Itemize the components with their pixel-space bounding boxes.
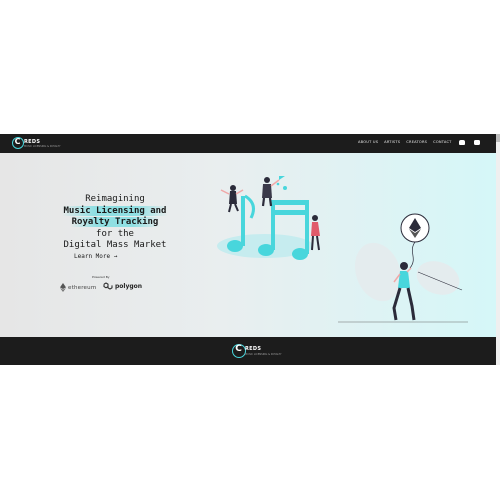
headline-line-3: Royalty Tracking bbox=[69, 217, 161, 227]
footer-logo-text: REDS bbox=[245, 346, 262, 352]
leaf-shape-right bbox=[416, 261, 460, 295]
scrollbar-thumb[interactable] bbox=[496, 134, 500, 142]
polygon-icon bbox=[103, 282, 113, 290]
nav-link-creators[interactable]: CREATORS bbox=[406, 140, 427, 144]
music-notes-illustration bbox=[217, 176, 320, 260]
hero-headline: Reimagining Music Licensing and Royalty … bbox=[40, 194, 190, 252]
ethereum-logo: ethereum bbox=[60, 283, 96, 292]
nav-links: ABOUT US ARTISTS CREATORS CONTACT bbox=[358, 140, 452, 144]
page: C REDS MUSIC LICENSING & ROYALTY ABOUT U… bbox=[0, 0, 500, 500]
polygon-wordmark: polygon bbox=[115, 282, 143, 290]
person-standing-right-icon bbox=[311, 215, 320, 251]
polygon-logo: polygon bbox=[103, 282, 142, 290]
headline-line-4: for the bbox=[96, 228, 134, 239]
footer-creds-logo-icon: C bbox=[232, 344, 246, 358]
footer-logo-subtitle: MUSIC LICENSING & ROYALTY bbox=[245, 353, 282, 356]
person-sitting-left-icon bbox=[220, 185, 244, 213]
footer: C REDS MUSIC LICENSING & ROYALTY bbox=[0, 337, 496, 365]
discord-icon[interactable] bbox=[459, 140, 465, 145]
powered-by-label: Powered By bbox=[92, 275, 110, 279]
creds-logo-icon: C bbox=[12, 137, 24, 149]
nav-link-about-us[interactable]: ABOUT US bbox=[358, 140, 378, 144]
headline-line-5: Digital Mass Market bbox=[63, 240, 167, 250]
nav-logo[interactable]: C REDS MUSIC LICENSING & ROYALTY bbox=[12, 137, 61, 150]
headline-line-1: Reimagining bbox=[85, 194, 145, 204]
ethereum-balloon-illustration bbox=[338, 213, 468, 323]
ethereum-wordmark: ethereum bbox=[68, 284, 97, 291]
nav-link-contact[interactable]: CONTACT bbox=[433, 140, 451, 144]
scrollbar-track[interactable] bbox=[496, 134, 500, 365]
learn-more-link[interactable]: Learn More → bbox=[74, 253, 117, 260]
ethereum-balloon-icon bbox=[400, 213, 430, 269]
leaf-shape-left bbox=[354, 242, 402, 302]
headline-line-2: Music Licensing and bbox=[61, 205, 169, 216]
nav-logo-subtitle: MUSIC LICENSING & ROYALTY bbox=[24, 145, 61, 148]
footer-logo[interactable]: C REDS MUSIC LICENSING & ROYALTY bbox=[232, 344, 282, 359]
youtube-icon[interactable] bbox=[474, 140, 480, 145]
ethereum-icon bbox=[60, 283, 66, 292]
nav-link-artists[interactable]: ARTISTS bbox=[384, 140, 400, 144]
